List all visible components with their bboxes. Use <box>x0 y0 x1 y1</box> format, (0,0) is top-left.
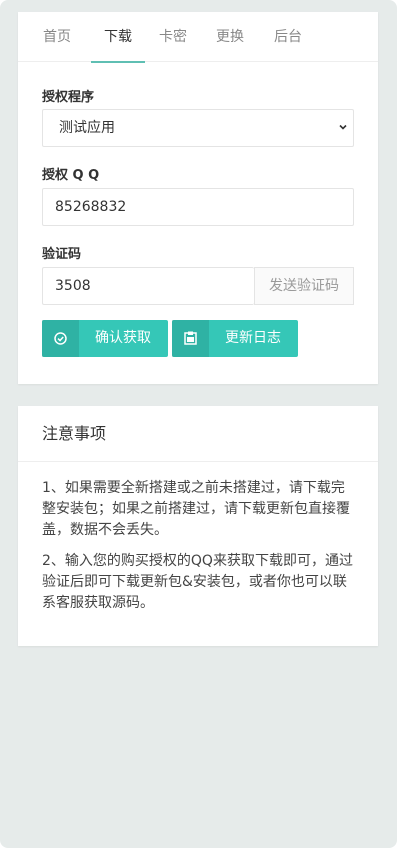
notice-card: 注意事项 1、如果需要全新搭建或之前未搭建过，请下载完整安装包；如果之前搭建过，… <box>18 406 378 646</box>
code-label: 验证码 <box>42 247 82 262</box>
qq-label: 授权 Q Q <box>42 168 100 183</box>
send-code-button[interactable]: 发送验证码 <box>254 267 354 305</box>
divider <box>18 461 378 462</box>
changelog-button-label: 更新日志 <box>225 330 281 346</box>
confirm-button[interactable]: 确认获取 <box>42 320 168 357</box>
notice-title: 注意事项 <box>42 424 107 443</box>
program-select-value: 测试应用 <box>59 120 115 136</box>
tab-replace[interactable]: 更换 <box>209 12 251 62</box>
chevron-down-icon <box>339 124 347 130</box>
nav-tabs: 首页 下载 卡密 更换 后台 <box>18 12 378 63</box>
tab-download[interactable]: 下载 <box>91 12 145 63</box>
tab-card-key[interactable]: 卡密 <box>152 12 194 62</box>
program-label: 授权程序 <box>42 90 95 105</box>
code-input[interactable]: 3508 <box>42 267 254 305</box>
confirm-button-label: 确认获取 <box>95 330 151 346</box>
qq-input[interactable]: 85268832 <box>42 188 354 226</box>
changelog-button[interactable]: 更新日志 <box>172 320 298 357</box>
notice-item: 2、输入您的购买授权的QQ来获取下载即可，通过验证后即可下载更新包&安装包，或者… <box>42 553 353 611</box>
program-select[interactable]: 测试应用 <box>42 109 354 147</box>
clipboard-icon <box>172 320 209 357</box>
tab-home[interactable]: 首页 <box>34 12 80 62</box>
check-circle-icon <box>42 320 79 357</box>
notice-item: 1、如果需要全新搭建或之前未搭建过，请下载完整安装包；如果之前搭建过，请下载更新… <box>42 480 350 538</box>
tab-admin[interactable]: 后台 <box>267 12 309 62</box>
app-frame: 首页 下载 卡密 更换 后台 授权程序 测试应用 授权 Q Q 85268832… <box>0 0 397 848</box>
download-card: 首页 下载 卡密 更换 后台 授权程序 测试应用 授权 Q Q 85268832… <box>18 12 378 384</box>
